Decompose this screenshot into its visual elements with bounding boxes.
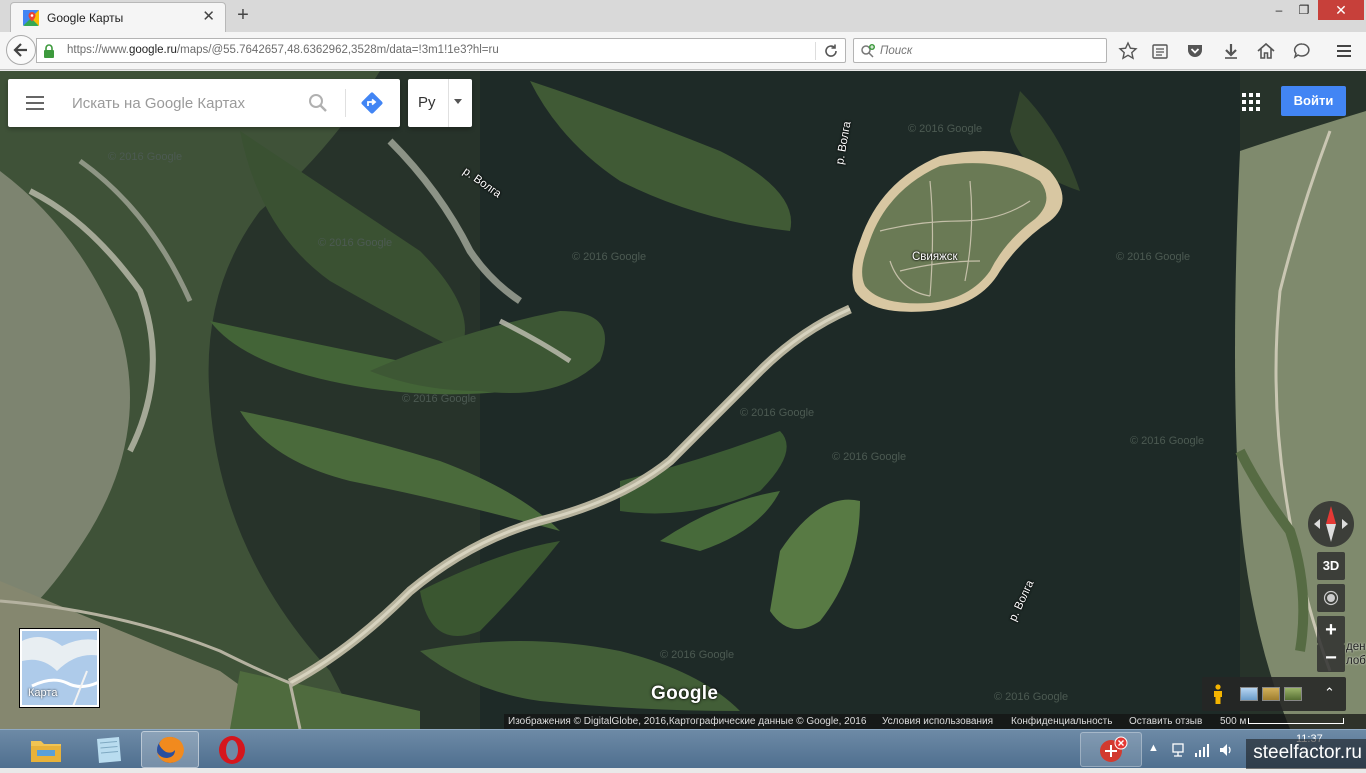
- map-watermark: © 2016 Google: [660, 649, 735, 661]
- search-divider: [345, 89, 346, 117]
- layer-thumb-terrain[interactable]: [1240, 687, 1258, 701]
- minimap-label: Карта: [28, 687, 58, 699]
- back-arrow-icon: [13, 43, 27, 57]
- hamburger-menu-icon[interactable]: [1334, 41, 1354, 61]
- map-watermark: © 2016 Google: [402, 393, 477, 405]
- imagery-attribution: Изображения © DigitalGlobe, 2016,Картогр…: [508, 716, 867, 727]
- new-tab-button[interactable]: +: [232, 4, 254, 26]
- app-icon: [1100, 736, 1128, 762]
- my-location-button[interactable]: [1317, 584, 1345, 612]
- lock-icon: [44, 44, 54, 58]
- place-label-edge: лоб: [1346, 655, 1366, 667]
- directions-icon[interactable]: [360, 91, 384, 115]
- satellite-map[interactable]: © 2016 Google © 2016 Google © 2016 Googl…: [0, 71, 1366, 729]
- home-icon[interactable]: [1256, 41, 1276, 61]
- expand-layers-icon[interactable]: ⌃: [1324, 685, 1335, 701]
- map-watermark: © 2016 Google: [832, 451, 907, 463]
- map-watermark: © 2016 Google: [1116, 251, 1191, 263]
- tab-close-icon[interactable]: ✕: [202, 9, 215, 25]
- window-close-button[interactable]: ✕: [1318, 0, 1364, 20]
- window-minimize-button[interactable]: ‒: [1268, 0, 1290, 20]
- signin-button[interactable]: Войти: [1281, 86, 1346, 116]
- google-maps-favicon-icon: [23, 10, 39, 26]
- firefox-icon: [157, 736, 184, 763]
- maps-search-input[interactable]: Искать на Google Картах: [72, 95, 245, 112]
- google-logo: Google: [651, 683, 719, 704]
- feedback-link[interactable]: Оставить отзыв: [1129, 714, 1202, 729]
- terms-link[interactable]: Условия использования: [882, 714, 993, 729]
- reading-list-icon[interactable]: [1150, 41, 1170, 61]
- address-bar[interactable]: https://www.google.ru/maps/@55.7642657,4…: [36, 38, 846, 63]
- network-icon[interactable]: [1170, 742, 1186, 758]
- address-bar-separator: [815, 42, 816, 60]
- imagery-layers-strip[interactable]: ⌃: [1202, 677, 1346, 711]
- search-engine-icon: [861, 44, 875, 58]
- search-placeholder: Поиск: [880, 45, 913, 57]
- satellite-imagery: [0, 71, 1366, 729]
- tab-title: Google Карты: [47, 11, 124, 25]
- map-watermark: © 2016 Google: [1130, 435, 1205, 447]
- url-text: https://www.google.ru/maps/@55.7642657,4…: [67, 44, 499, 56]
- opera-icon: [219, 736, 245, 764]
- language-selector[interactable]: Ру: [408, 79, 472, 127]
- pocket-icon[interactable]: [1185, 41, 1205, 61]
- place-label-edge: ден: [1346, 641, 1366, 653]
- maps-search-box[interactable]: Искать на Google Картах: [8, 79, 400, 127]
- map-watermark: © 2016 Google: [740, 407, 815, 419]
- map-watermark: © 2016 Google: [994, 691, 1069, 703]
- taskbar-notes-app[interactable]: [79, 731, 137, 768]
- apps-grid-icon[interactable]: [1242, 93, 1260, 111]
- tray-overflow-icon[interactable]: ▲: [1148, 742, 1159, 754]
- layer-thumb-earth[interactable]: [1262, 687, 1280, 701]
- map-watermark: © 2016 Google: [108, 151, 183, 163]
- bookmark-star-icon[interactable]: [1118, 41, 1138, 61]
- compass-icon[interactable]: [1306, 499, 1356, 549]
- map-footer: Изображения © DigitalGlobe, 2016,Картогр…: [504, 714, 1366, 729]
- reload-icon[interactable]: [823, 43, 839, 59]
- privacy-link[interactable]: Конфиденциальность: [1011, 714, 1112, 729]
- site-watermark: steelfactor.ru: [1246, 739, 1366, 769]
- language-divider: [448, 79, 449, 127]
- language-label: Ру: [418, 94, 436, 111]
- chevron-down-icon[interactable]: [454, 99, 462, 104]
- layer-thumb-photo[interactable]: [1284, 687, 1302, 701]
- download-icon[interactable]: [1221, 41, 1241, 61]
- browser-nav-bar: https://www.google.ru/maps/@55.7642657,4…: [0, 32, 1366, 70]
- browser-tab-bar: Google Карты ✕ + ‒ ❐ ✕: [0, 0, 1366, 32]
- map-watermark: © 2016 Google: [318, 237, 393, 249]
- 3d-toggle-button[interactable]: 3D: [1317, 552, 1345, 580]
- scale-label[interactable]: 500 м: [1220, 714, 1246, 729]
- taskbar-file-explorer[interactable]: [17, 731, 75, 768]
- volume-icon[interactable]: [1218, 742, 1234, 758]
- folder-icon: [31, 741, 61, 762]
- search-icon[interactable]: [308, 93, 328, 113]
- chat-bubble-icon[interactable]: [1292, 41, 1312, 61]
- taskbar-tray-app[interactable]: [1080, 732, 1142, 767]
- window-maximize-button[interactable]: ❐: [1292, 0, 1316, 20]
- zoom-in-button[interactable]: +: [1317, 616, 1345, 644]
- map-watermark: © 2016 Google: [572, 251, 647, 263]
- scale-bar: [1248, 718, 1344, 724]
- signal-strength-icon[interactable]: [1194, 742, 1210, 758]
- menu-icon[interactable]: [24, 94, 46, 112]
- map-watermark: © 2016 Google: [908, 123, 983, 135]
- pegman-icon[interactable]: [1212, 684, 1224, 704]
- browser-tab-google-maps[interactable]: Google Карты ✕: [10, 2, 226, 32]
- browser-search-field[interactable]: Поиск: [853, 38, 1107, 63]
- place-label-sviyazhsk[interactable]: Свияжск: [912, 251, 958, 263]
- back-button[interactable]: [6, 35, 36, 65]
- windows-taskbar: ▲ 11:37 steelfactor.ru: [0, 729, 1366, 769]
- my-location-icon: [1323, 590, 1339, 606]
- zoom-out-button[interactable]: −: [1317, 644, 1345, 672]
- taskbar-opera[interactable]: [203, 731, 261, 768]
- notes-icon: [97, 737, 121, 763]
- map-mode-toggle[interactable]: Карта: [20, 629, 99, 707]
- taskbar-firefox[interactable]: [141, 731, 199, 768]
